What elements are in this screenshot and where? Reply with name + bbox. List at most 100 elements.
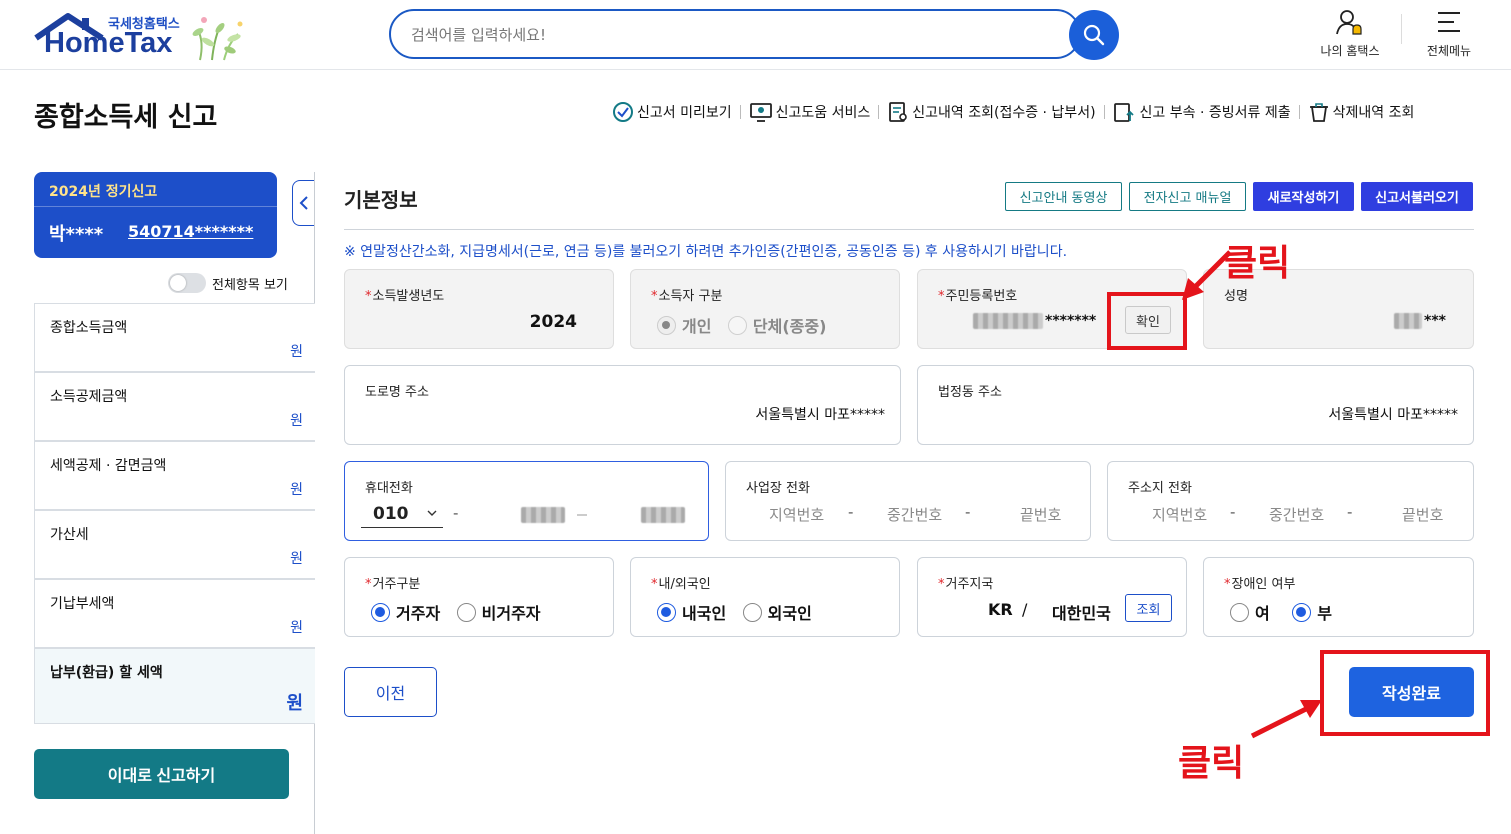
sidebar-item-label: 소득공제금액 bbox=[50, 389, 128, 405]
middle-number-input[interactable]: 중간번호 bbox=[887, 504, 942, 525]
arrow-annotation-icon bbox=[1250, 700, 1322, 739]
nationality-field: *내/외국인 내국인 외국인 bbox=[630, 557, 900, 637]
sidebar-item-unit: 원 bbox=[290, 620, 303, 636]
preview-return-link[interactable]: 신고서 미리보기 bbox=[612, 101, 732, 123]
divider bbox=[878, 105, 880, 119]
required-mark: * bbox=[365, 289, 372, 304]
mobile-prefix-select[interactable]: 010 bbox=[361, 502, 443, 528]
previous-button[interactable]: 이전 bbox=[344, 667, 437, 717]
radio-group-org[interactable] bbox=[727, 315, 747, 335]
filing-help-link[interactable]: 신고도움 서비스 bbox=[749, 101, 870, 123]
load-filing-button[interactable]: 신고서불러오기 bbox=[1361, 182, 1473, 211]
sidebar-item-total-income[interactable]: 종합소득금액 원 bbox=[34, 303, 315, 372]
required-mark: * bbox=[365, 577, 372, 592]
taxpayer-name: 박**** bbox=[49, 224, 104, 245]
sidebar-item-income-deduction[interactable]: 소득공제금액 원 bbox=[34, 372, 315, 441]
mobile-middle-input[interactable] bbox=[521, 507, 565, 523]
required-mark: * bbox=[1224, 577, 1231, 592]
logo-text[interactable]: HomeTax bbox=[44, 27, 172, 60]
field-label: 도로명 주소 bbox=[365, 385, 429, 400]
area-code-input[interactable]: 지역번호 bbox=[769, 504, 824, 525]
disability-field: *장애인 여부 여 부 bbox=[1203, 557, 1474, 637]
field-label: *장애인 여부 bbox=[1224, 577, 1296, 592]
radio-resident[interactable] bbox=[371, 602, 390, 622]
sidebar-item-penalty-tax[interactable]: 가산세 원 bbox=[34, 510, 315, 579]
dash: - bbox=[848, 503, 854, 521]
deleted-history-link[interactable]: 삭제내역 조회 bbox=[1308, 101, 1414, 123]
upload-document-icon bbox=[1113, 103, 1134, 122]
search-input[interactable] bbox=[411, 23, 1011, 47]
monitor-help-icon bbox=[749, 103, 772, 122]
residency-options: 거주자 비거주자 bbox=[371, 600, 541, 624]
click-annotation-bottom: 클릭 bbox=[1178, 743, 1245, 784]
filing-history-link[interactable]: 신고내역 조회(접수증 · 납부서) bbox=[887, 101, 1096, 123]
new-filing-button[interactable]: 새로작성하기 bbox=[1253, 182, 1354, 211]
search-button[interactable] bbox=[1069, 10, 1119, 60]
field-label: *소득발생년도 bbox=[365, 289, 445, 304]
middle-number-input[interactable]: 중간번호 bbox=[1269, 504, 1324, 525]
document-submit-link[interactable]: 신고 부속 · 증빙서류 제출 bbox=[1113, 101, 1291, 123]
field-label: *주민등록번호 bbox=[938, 289, 1018, 304]
dash: - bbox=[965, 503, 971, 521]
mobile-last-input[interactable] bbox=[641, 507, 685, 523]
radio-label: 단체(종중) bbox=[752, 317, 827, 336]
last-number-input[interactable]: 끝번호 bbox=[1402, 504, 1443, 525]
sidebar-item-unit: 원 bbox=[290, 413, 303, 429]
dash: - bbox=[1347, 503, 1353, 521]
radio-yes[interactable] bbox=[1230, 602, 1249, 622]
road-address-field[interactable]: 도로명 주소 서울특별시 마포***** bbox=[344, 365, 901, 445]
show-all-label: 전체항목 보기 bbox=[212, 277, 288, 293]
sidebar-item-unit: 원 bbox=[286, 693, 303, 714]
chevron-down-icon bbox=[427, 510, 437, 516]
radio-label: 내국인 bbox=[682, 604, 727, 623]
notice-text: ※ 연말정산간소화, 지급명세서(근로, 연금 등)를 불러오기 하려면 추가인… bbox=[344, 244, 1068, 260]
radio-individual[interactable] bbox=[657, 315, 676, 335]
country-separator: / bbox=[1022, 600, 1028, 619]
dash: - bbox=[453, 504, 459, 522]
check-circle-icon bbox=[613, 102, 633, 122]
required-mark: * bbox=[651, 289, 658, 304]
radio-nonresident[interactable] bbox=[456, 602, 476, 622]
document-search-icon bbox=[889, 102, 908, 122]
country-lookup-button[interactable]: 조회 bbox=[1125, 594, 1172, 622]
file-now-button[interactable]: 이대로 신고하기 bbox=[34, 749, 289, 799]
radio-label: 개인 bbox=[682, 317, 712, 336]
field-label: *거주구분 bbox=[365, 577, 421, 592]
show-all-toggle[interactable]: 전체항목 보기 bbox=[168, 273, 288, 293]
sidebar-item-label: 세액공제 · 감면금액 bbox=[50, 458, 167, 474]
my-hometax-menu[interactable]: 나의 홈택스 bbox=[1310, 8, 1390, 59]
required-mark: * bbox=[938, 289, 945, 304]
full-menu[interactable]: 전체메뉴 bbox=[1409, 8, 1489, 59]
toggle-switch[interactable] bbox=[168, 273, 206, 293]
income-year-value: 2024 bbox=[529, 312, 577, 332]
field-label: *거주지국 bbox=[938, 577, 994, 592]
page-title: 종합소득세 신고 bbox=[34, 102, 218, 133]
field-label: *소득자 구분 bbox=[651, 289, 723, 304]
sidebar-item-unit: 원 bbox=[290, 344, 303, 360]
sidebar-item-label: 가산세 bbox=[50, 527, 89, 543]
radio-foreign[interactable] bbox=[742, 602, 762, 622]
search-box bbox=[389, 9, 1081, 59]
taxpayer-ssn: 540714******* bbox=[128, 222, 254, 241]
manual-button[interactable]: 전자신고 매뉴얼 bbox=[1129, 182, 1246, 211]
sidebar-item-tax-credit[interactable]: 세액공제 · 감면금액 원 bbox=[34, 441, 315, 510]
country-code: KR bbox=[988, 600, 1013, 619]
guide-video-button[interactable]: 신고안내 동영상 bbox=[1005, 182, 1122, 211]
sidebar-item-prepaid-tax[interactable]: 기납부세액 원 bbox=[34, 579, 315, 648]
last-number-input[interactable]: 끝번호 bbox=[1020, 504, 1061, 525]
lot-address-field[interactable]: 법정동 주소 서울특별시 마포***** bbox=[917, 365, 1474, 445]
mobile-phone-field: 휴대전화 010 - bbox=[344, 461, 709, 541]
country-name: 대한민국 bbox=[1052, 604, 1111, 623]
sidebar-collapse-button[interactable] bbox=[292, 180, 315, 226]
radio-no[interactable] bbox=[1292, 602, 1312, 622]
dash-mark bbox=[577, 514, 587, 516]
area-code-input[interactable]: 지역번호 bbox=[1152, 504, 1207, 525]
divider bbox=[1298, 105, 1300, 119]
divider bbox=[739, 105, 741, 119]
sidebar-item-payable-tax[interactable]: 납부(환급) 할 세액 원 bbox=[34, 648, 315, 724]
quick-link-label: 신고서 미리보기 bbox=[637, 105, 732, 121]
radio-domestic[interactable] bbox=[657, 602, 676, 622]
disability-options: 여 부 bbox=[1230, 600, 1332, 624]
residency-field: *거주구분 거주자 비거주자 bbox=[344, 557, 614, 637]
road-address-value: 서울특별시 마포***** bbox=[755, 407, 885, 423]
